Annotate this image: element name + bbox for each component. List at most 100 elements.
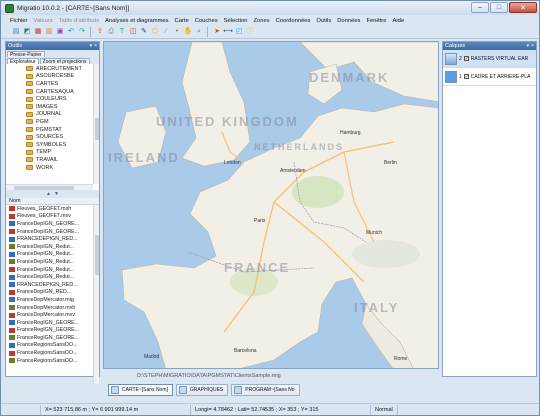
tree-folder-item[interactable]: ASOURCESBE <box>6 73 99 81</box>
file-list-item[interactable]: Fleuves_GEOFET.mxv <box>6 213 99 221</box>
close-icon[interactable]: × <box>531 43 534 49</box>
tab-presse-papier[interactable]: Presse-Papier <box>7 51 45 58</box>
menu-fenetre[interactable]: Fenêtre <box>363 18 389 24</box>
tree-folder-item[interactable]: PGM <box>6 118 99 126</box>
menu-outils[interactable]: Outils <box>313 18 334 24</box>
panel-splitter[interactable]: ▲ ▼ <box>6 190 99 198</box>
book-icon[interactable]: ▤ <box>11 27 21 37</box>
export-icon[interactable]: ⇪ <box>95 27 105 37</box>
menu-couches[interactable]: Couches <box>192 18 221 24</box>
hand-icon[interactable]: ✋ <box>183 27 193 37</box>
map-file-icon <box>9 282 15 288</box>
edit-icon[interactable]: ✎ <box>139 27 149 37</box>
layer-visibility-checkbox[interactable]: ✓ <box>463 56 469 62</box>
file-list-item[interactable]: FranceRegionsSansDO... <box>6 357 99 365</box>
minimize-button[interactable]: – <box>471 2 489 13</box>
file-list-item[interactable]: FranceDepMercator.mxv <box>6 311 99 319</box>
files-header[interactable]: Nom <box>6 198 99 205</box>
pin-icon[interactable]: ▾ <box>527 43 530 49</box>
close-icon[interactable]: × <box>94 43 97 49</box>
doc-tab-graphiques[interactable]: GRAPHIQUES <box>175 384 229 396</box>
menu-coordonnees[interactable]: Coordonnées <box>273 18 314 24</box>
file-list-item[interactable]: Fleuves_GEOFET.mxh <box>6 205 99 213</box>
doc-tab-carte[interactable]: CARTE~[Sans Nom] <box>108 384 173 396</box>
chart-icon[interactable]: ▥ <box>44 27 54 37</box>
tree-folder-item[interactable]: IMAGES <box>6 103 99 111</box>
file-list-item[interactable]: FranceRegIGN_GEORE... <box>6 334 99 342</box>
file-name: FranceDepMercator.mxv <box>17 312 75 319</box>
file-list-item[interactable]: FranceDepIGN_Redut... <box>6 258 99 266</box>
tree-folder-item[interactable]: CARTESAQUA <box>6 88 99 96</box>
layer-visibility-checkbox[interactable]: ✓ <box>463 74 469 80</box>
tree-folder-item[interactable]: TEMP <box>6 149 99 157</box>
file-list-item[interactable]: FranceRegionsSansDO... <box>6 349 99 357</box>
table-icon[interactable]: ▦ <box>33 27 43 37</box>
redo-icon[interactable]: ↷ <box>77 27 87 37</box>
layer-row[interactable]: 1 ✓ CADRE ET ARRIERE-PLA <box>443 68 536 86</box>
title-bar[interactable]: Migratio 10.0.2 - [CARTE~[Sans Nom]] – □… <box>1 1 539 15</box>
menu-donnees[interactable]: Données <box>334 18 363 24</box>
file-list-item[interactable]: FRANCEDEPIGN_RED... <box>6 281 99 289</box>
menu-analyses[interactable]: Analyses et diagrammes <box>102 18 171 24</box>
tree-folder-label: TRAVAIL <box>36 156 59 163</box>
tree-folder-item[interactable]: PGMSTAT <box>6 126 99 134</box>
tree-folder-item[interactable]: WORK <box>6 164 99 172</box>
file-list-item[interactable]: FranceDepIGN_Redut... <box>6 243 99 251</box>
layer-row[interactable]: 2 ✓ RASTERS VIRTUAL EAR <box>443 50 536 68</box>
print-icon[interactable]: ⎙ <box>106 27 116 37</box>
tools-panel: Outils ▾ × Presse-Papier Explorateur Zoom… <box>5 41 100 384</box>
map-icon[interactable]: ◩ <box>22 27 32 37</box>
menu-valeurs[interactable]: Valeurs <box>30 18 55 24</box>
menu-aide[interactable]: Aide <box>389 18 407 24</box>
layer-icon[interactable]: ◫ <box>128 27 138 37</box>
tree-folder-item[interactable]: COULEURS <box>6 95 99 103</box>
file-list-item[interactable]: FranceDepIGN_Redut... <box>6 251 99 259</box>
file-list-item[interactable]: FranceDepIGN_Redut... <box>6 273 99 281</box>
menu-selection[interactable]: Sélection <box>221 18 251 24</box>
pointer-icon[interactable]: ➤ <box>212 27 222 37</box>
file-list-item[interactable]: FranceRegIGN_GEORE... <box>6 327 99 335</box>
file-list-item[interactable]: FranceDepIGN_Redut... <box>6 266 99 274</box>
measure-icon[interactable]: ⟷ <box>223 27 233 37</box>
file-list-item[interactable]: FranceRegIGN_GEORE... <box>6 319 99 327</box>
tree-folder-item[interactable]: JOURNAL <box>6 111 99 119</box>
files-scrollbar[interactable] <box>93 205 99 384</box>
folder-icon <box>26 81 33 87</box>
menu-fichier[interactable]: Fichier <box>7 18 30 24</box>
open-icon[interactable]: ▣ <box>55 27 65 37</box>
map-file-icon <box>9 236 15 242</box>
zoom-icon[interactable]: ⌕ <box>194 27 204 37</box>
menu-table-attributs[interactable]: Table d'attributs <box>56 18 102 24</box>
map-canvas[interactable] <box>104 42 439 369</box>
map-view[interactable]: DENMARK UNITED KINGDOM NETHERLANDS IRELA… <box>103 41 439 369</box>
menu-carte[interactable]: Carte <box>172 18 192 24</box>
line-icon[interactable]: ∕ <box>161 27 171 37</box>
select-icon[interactable]: ◰ <box>234 27 244 37</box>
file-list-item[interactable]: FRANCEDEPIGN_RED... <box>6 235 99 243</box>
tree-scrollbar[interactable] <box>93 64 99 184</box>
file-list-item[interactable]: FranceRegionsSansDO... <box>6 342 99 350</box>
file-list-item[interactable]: FranceDepMercator.mxh <box>6 304 99 312</box>
menu-zones[interactable]: Zones <box>250 18 272 24</box>
point-icon[interactable]: • <box>172 27 182 37</box>
file-name: FranceDepMercator.mig <box>17 296 74 303</box>
file-list-item[interactable]: FranceDepIGN_RED... <box>6 289 99 297</box>
file-list-item[interactable]: FranceDepIGN_GEORE... <box>6 228 99 236</box>
file-list-item[interactable]: FranceDepMercator.mig <box>6 296 99 304</box>
undo-icon[interactable]: ↶ <box>66 27 76 37</box>
tree-folder-item[interactable]: SYMBOLES <box>6 141 99 149</box>
tree-folder-item[interactable]: ARECRUTEMENT <box>6 65 99 73</box>
polygon-icon[interactable]: ⬠ <box>150 27 160 37</box>
tree-folder-item[interactable]: SOURCES <box>6 133 99 141</box>
tree-hscrollbar[interactable] <box>6 184 93 190</box>
maximize-button[interactable]: □ <box>490 2 508 13</box>
tree-folder-item[interactable]: TRAVAIL <box>6 156 99 164</box>
file-name: FranceDepIGN_Redut... <box>17 274 75 281</box>
text-icon[interactable]: T <box>117 27 127 37</box>
close-button[interactable]: ✕ <box>509 2 537 13</box>
tree-folder-item[interactable]: CARTES <box>6 80 99 88</box>
doc-tab-program[interactable]: PROGRAM~[Sans No <box>231 384 300 396</box>
pin-icon[interactable]: ▾ <box>90 43 93 49</box>
file-list-item[interactable]: FranceDepIGN_GEORE... <box>6 220 99 228</box>
info-icon[interactable]: ⓘ <box>245 27 255 37</box>
